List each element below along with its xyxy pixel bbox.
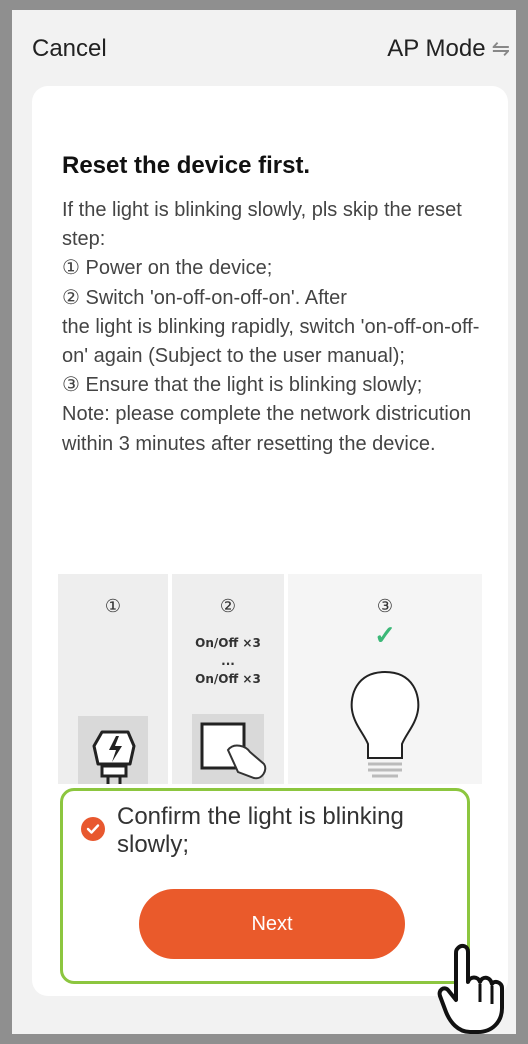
power-adapter-icon [78, 716, 148, 784]
confirm-highlight-box: Confirm the light is blinking slowly; Ne… [60, 788, 470, 984]
instruction-step-2: ② Switch 'on-off-on-off-on'. After the l… [62, 286, 480, 368]
phone-screen: Cancel AP Mode ⇋ Reset the device first.… [12, 10, 516, 1034]
reset-steps-illustration: ① ② On/Off ×3 ... On/Off ×3 ③ ✓ [58, 574, 482, 784]
step-3-panel: ③ ✓ [288, 574, 482, 784]
light-bulb-icon [350, 670, 420, 778]
instruction-step-3: ③ Ensure that the light is blinking slow… [62, 374, 423, 397]
instruction-step-1: ① Power on the device; [62, 257, 273, 280]
pointing-hand-icon [437, 943, 504, 1034]
wall-switch-icon [192, 714, 267, 784]
step-2-panel: ② On/Off ×3 ... On/Off ×3 [172, 574, 284, 784]
cancel-button[interactable]: Cancel [32, 35, 107, 63]
confirm-label: Confirm the light is blinking slowly; [117, 803, 404, 858]
instruction-note: Note: please complete the network distri… [62, 403, 472, 455]
instructions-text: If the light is blinking slowly, pls ski… [62, 196, 502, 459]
ap-mode-switch[interactable]: AP Mode ⇋ [387, 35, 510, 63]
top-bar: Cancel AP Mode ⇋ [12, 10, 516, 88]
ap-mode-label: AP Mode [387, 35, 486, 62]
next-button[interactable]: Next [139, 889, 405, 959]
checked-icon [81, 817, 105, 841]
page-title: Reset the device first. [62, 152, 311, 179]
step-1-panel: ① [58, 574, 168, 784]
switch-arrows-icon: ⇋ [491, 36, 510, 61]
instruction-intro: If the light is blinking slowly, pls ski… [62, 199, 462, 251]
confirm-checkbox[interactable]: Confirm the light is blinking slowly; [81, 803, 457, 859]
